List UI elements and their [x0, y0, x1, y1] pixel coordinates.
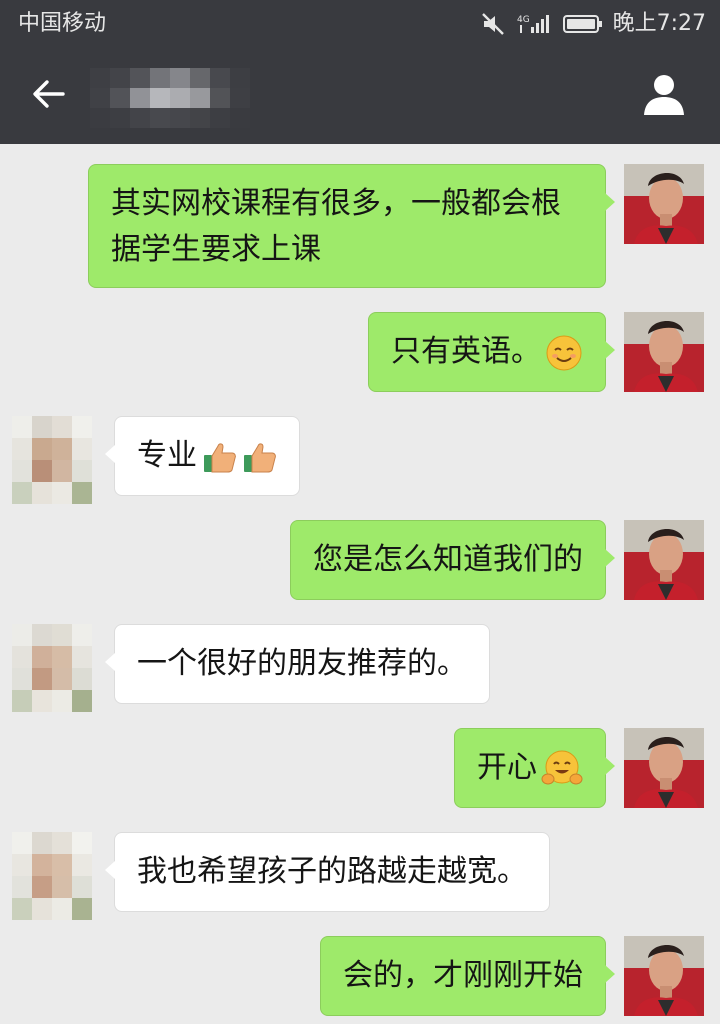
my-avatar[interactable]	[624, 164, 704, 244]
message-text: 开心	[477, 750, 537, 785]
message-row: 开心	[0, 728, 720, 808]
received-message-bubble[interactable]: 专业	[105, 416, 300, 496]
message-row: 其实网校课程有很多，一般都会根据学生要求上课	[0, 164, 720, 288]
thumbs-up-emoji	[241, 439, 277, 475]
message-row: 一个很好的朋友推荐的。	[0, 624, 720, 712]
message-text: 一个很好的朋友推荐的。	[137, 646, 467, 681]
message-row: 专业	[0, 416, 720, 504]
sent-message-bubble[interactable]: 会的，才刚刚开始	[320, 936, 615, 1016]
contact-avatar-pixelated[interactable]	[12, 832, 92, 920]
contact-avatar-pixelated[interactable]	[12, 624, 92, 712]
my-avatar[interactable]	[624, 728, 704, 808]
back-button[interactable]	[22, 72, 74, 120]
message-list[interactable]: 其实网校课程有很多，一般都会根据学生要求上课 只有英语。 专业 您是怎么知道我们…	[0, 144, 720, 1024]
signal-icon: 4G	[517, 12, 553, 36]
back-arrow-icon	[31, 79, 65, 113]
message-text: 会的，才刚刚开始	[343, 958, 583, 993]
mute-icon	[481, 12, 507, 36]
chat-title	[100, 68, 250, 124]
my-avatar[interactable]	[624, 936, 704, 1016]
my-avatar[interactable]	[624, 312, 704, 392]
chat-header	[0, 48, 720, 144]
sent-message-bubble[interactable]: 只有英语。	[368, 312, 615, 392]
battery-icon	[562, 13, 603, 35]
thumbs-up-emoji	[201, 439, 237, 475]
my-avatar[interactable]	[624, 520, 704, 600]
message-row: 会的，才刚刚开始	[0, 936, 720, 1016]
message-row: 我也希望孩子的路越走越宽。	[0, 832, 720, 920]
person-icon	[642, 72, 686, 120]
message-text: 只有英语。	[391, 334, 541, 369]
chat-info-button[interactable]	[638, 70, 690, 122]
sent-message-bubble[interactable]: 其实网校课程有很多，一般都会根据学生要求上课	[88, 164, 615, 288]
contact-avatar-pixelated[interactable]	[12, 416, 92, 504]
message-text: 其实网校课程有很多，一般都会根据学生要求上课	[111, 186, 561, 267]
received-message-bubble[interactable]: 我也希望孩子的路越走越宽。	[105, 832, 550, 912]
message-row: 您是怎么知道我们的	[0, 520, 720, 600]
received-message-bubble[interactable]: 一个很好的朋友推荐的。	[105, 624, 490, 704]
status-icons: 4G 晚上7:27	[481, 8, 706, 40]
carrier-name: 中国移动	[18, 11, 107, 36]
status-bar: 中国移动 4G 晚上7:27	[0, 0, 720, 48]
message-row: 只有英语。	[0, 312, 720, 392]
message-text: 我也希望孩子的路越走越宽。	[137, 854, 527, 889]
hugging-face-emoji	[541, 749, 583, 789]
smiling-face-emoji	[545, 334, 583, 372]
sent-message-bubble[interactable]: 开心	[454, 728, 615, 808]
message-text: 专业	[137, 438, 197, 473]
message-text: 您是怎么知道我们的	[313, 542, 583, 577]
status-time: 晚上7:27	[612, 11, 706, 36]
sent-message-bubble[interactable]: 您是怎么知道我们的	[290, 520, 615, 600]
network-type-label: 4G	[517, 15, 530, 25]
